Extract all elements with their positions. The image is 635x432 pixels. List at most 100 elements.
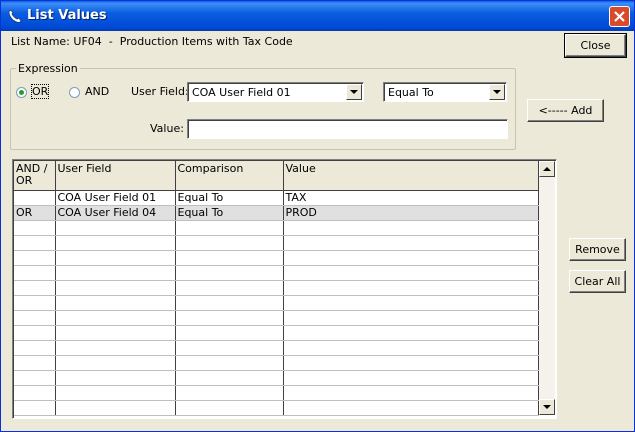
table-cell[interactable] (55, 340, 176, 356)
chevron-down-icon[interactable] (489, 84, 505, 100)
and-radio-label[interactable]: AND (85, 85, 109, 98)
table-row[interactable] (14, 220, 539, 236)
table-cell[interactable] (55, 295, 176, 311)
table-cell[interactable] (55, 400, 176, 416)
table-cell[interactable] (175, 295, 284, 311)
table-cell[interactable] (175, 265, 284, 281)
table-cell[interactable] (55, 220, 176, 236)
table-cell[interactable] (175, 385, 284, 401)
table-cell[interactable] (283, 340, 539, 356)
table-cell[interactable] (283, 310, 539, 326)
table-row[interactable] (14, 370, 539, 386)
table-cell[interactable] (55, 385, 176, 401)
table-cell[interactable] (14, 190, 56, 206)
table-cell[interactable] (14, 340, 56, 356)
table-cell[interactable] (14, 280, 56, 296)
value-input[interactable] (187, 119, 508, 139)
table-row[interactable]: OR COA User Field 04 Equal To PROD (14, 205, 539, 221)
table-cell[interactable] (283, 325, 539, 341)
table-cell[interactable] (14, 355, 56, 371)
table-cell[interactable]: PROD (283, 205, 539, 221)
table-cell[interactable] (283, 370, 539, 386)
table-row[interactable] (14, 265, 539, 281)
table-cell[interactable]: Equal To (175, 205, 284, 221)
and-radio[interactable] (69, 87, 80, 98)
table-cell[interactable] (14, 265, 56, 281)
table-cell[interactable] (175, 250, 284, 266)
table-cell[interactable] (175, 340, 284, 356)
table-cell[interactable] (283, 280, 539, 296)
table-cell[interactable] (175, 220, 284, 236)
table-row[interactable] (14, 385, 539, 401)
table-row[interactable] (14, 235, 539, 251)
table-cell[interactable] (283, 220, 539, 236)
table-cell[interactable] (175, 370, 284, 386)
column-header-user-field[interactable]: User Field (55, 161, 176, 191)
table-cell[interactable]: COA User Field 04 (55, 205, 176, 221)
table-cell[interactable] (14, 325, 56, 341)
table-cell[interactable] (55, 280, 176, 296)
table-cell[interactable] (283, 235, 539, 251)
table-cell[interactable]: Equal To (175, 190, 284, 206)
table-cell[interactable] (14, 295, 56, 311)
add-button[interactable]: <----- Add (527, 99, 604, 122)
table-cell[interactable] (55, 355, 176, 371)
table-row[interactable] (14, 250, 539, 266)
table-cell[interactable] (55, 235, 176, 251)
table-cell[interactable] (175, 355, 284, 371)
table-cell[interactable] (14, 250, 56, 266)
table-cell[interactable] (55, 310, 176, 326)
table-cell[interactable] (283, 355, 539, 371)
table-cell[interactable] (175, 310, 284, 326)
table-row[interactable] (14, 295, 539, 311)
table-cell[interactable]: OR (14, 205, 56, 221)
or-radio-label[interactable]: OR (30, 84, 50, 99)
or-radio[interactable] (16, 87, 27, 98)
table-cell[interactable] (55, 250, 176, 266)
remove-button[interactable]: Remove (569, 238, 626, 261)
clear-all-button[interactable]: Clear All (569, 270, 626, 293)
title-bar[interactable]: List Values (1, 1, 634, 31)
table-cell[interactable] (175, 235, 284, 251)
table-cell[interactable] (175, 325, 284, 341)
phone-handset-icon (6, 7, 24, 25)
table-cell[interactable]: COA User Field 01 (55, 190, 176, 206)
table-cell[interactable] (283, 385, 539, 401)
user-field-select[interactable]: COA User Field 01 (187, 82, 364, 102)
table-cell[interactable] (175, 280, 284, 296)
table-cell[interactable] (55, 325, 176, 341)
table-row[interactable] (14, 310, 539, 326)
table-row[interactable] (14, 325, 539, 341)
table-cell[interactable]: TAX (283, 190, 539, 206)
table-row[interactable] (14, 400, 539, 416)
table-cell[interactable] (14, 235, 56, 251)
table-cell[interactable] (14, 310, 56, 326)
table-cell[interactable] (55, 370, 176, 386)
scroll-down-icon[interactable] (539, 399, 555, 415)
table-cell[interactable] (55, 265, 176, 281)
comparison-select[interactable]: Equal To (383, 82, 507, 102)
close-icon[interactable] (609, 6, 630, 27)
vertical-scrollbar[interactable] (539, 161, 555, 415)
user-field-value: COA User Field 01 (192, 86, 291, 99)
table-cell[interactable] (14, 400, 56, 416)
column-header-value[interactable]: Value (283, 161, 539, 191)
table-cell[interactable] (283, 250, 539, 266)
conditions-grid[interactable]: AND / OR User Field Comparison Value COA… (12, 159, 557, 419)
table-row[interactable]: COA User Field 01 Equal To TAX (14, 190, 539, 206)
table-row[interactable] (14, 355, 539, 371)
table-cell[interactable] (283, 295, 539, 311)
column-header-and-or[interactable]: AND / OR (14, 161, 56, 191)
table-cell[interactable] (14, 370, 56, 386)
table-cell[interactable] (283, 400, 539, 416)
close-button[interactable]: Close (564, 33, 627, 58)
chevron-down-icon[interactable] (346, 84, 362, 100)
table-cell[interactable] (175, 400, 284, 416)
table-row[interactable] (14, 340, 539, 356)
column-header-comparison[interactable]: Comparison (175, 161, 284, 191)
table-row[interactable] (14, 280, 539, 296)
table-cell[interactable] (14, 220, 56, 236)
table-cell[interactable] (283, 265, 539, 281)
table-cell[interactable] (14, 385, 56, 401)
scroll-up-icon[interactable] (539, 161, 555, 177)
